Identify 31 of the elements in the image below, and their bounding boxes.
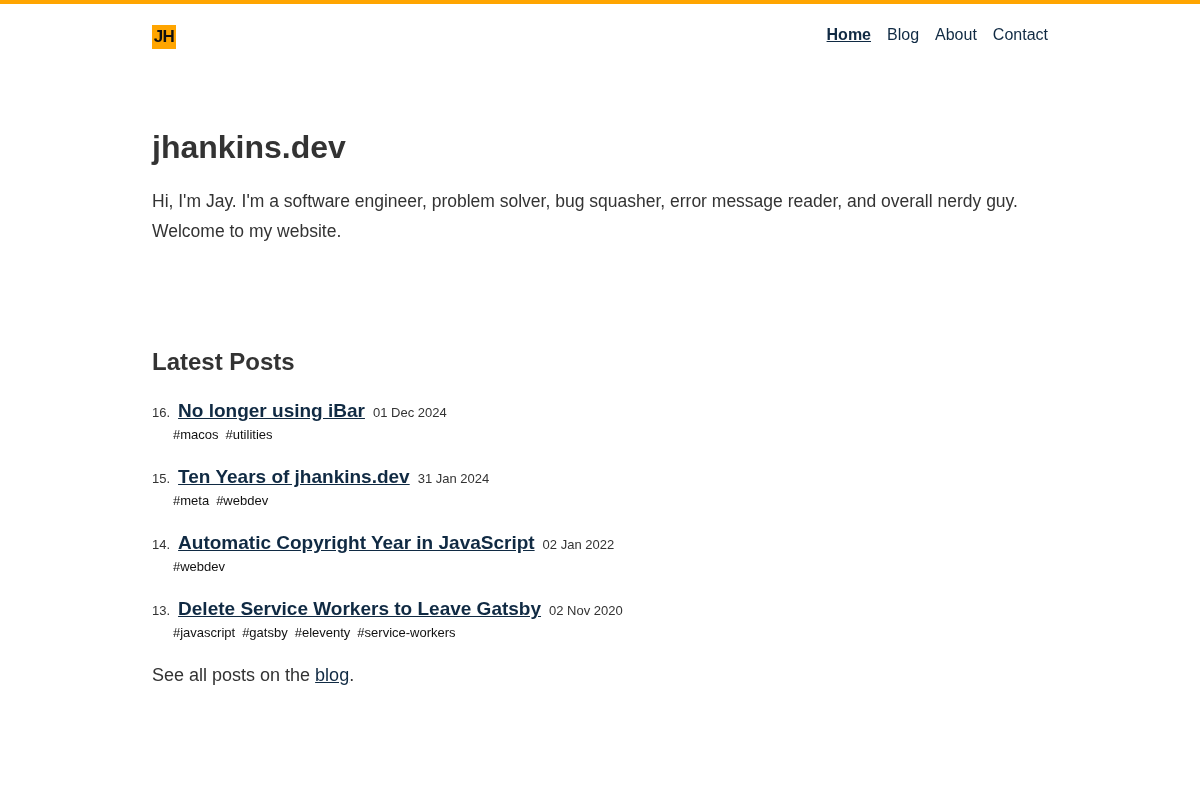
post-date: 02 Jan 2022 bbox=[542, 537, 615, 552]
section-heading: Latest Posts bbox=[152, 347, 296, 377]
logo-link[interactable]: JH bbox=[152, 25, 176, 49]
post-title-link[interactable]: Delete Service Workers to Leave Gatsby bbox=[178, 597, 542, 621]
nav-link[interactable]: Contact bbox=[992, 25, 1048, 45]
post-date: 01 Dec 2024 bbox=[372, 405, 447, 420]
post-tag: #service-workers bbox=[357, 624, 456, 642]
nav-link[interactable]: About bbox=[935, 25, 977, 45]
blog-link[interactable]: blog bbox=[315, 665, 350, 685]
post-number: 15. bbox=[152, 471, 171, 486]
post-tag: #gatsby bbox=[242, 624, 288, 642]
nav-link[interactable]: Blog bbox=[887, 25, 920, 45]
post-tag: #eleventy bbox=[294, 624, 351, 642]
intro-text: Hi, I'm Jay. I'm a software engineer, problem solver, bug squasher, error message reader, and overall nerdy guy. Welcome to my website. bbox=[152, 190, 1019, 243]
post-title-link[interactable]: Automatic Copyright Year in JavaScript bbox=[178, 531, 535, 555]
post-date: 02 Nov 2020 bbox=[549, 603, 623, 618]
site-title: jhankins.dev bbox=[152, 128, 347, 167]
post-tag: #macos bbox=[173, 426, 219, 444]
post-tag: #meta bbox=[173, 492, 210, 510]
see-all-text: See all posts on the blog. bbox=[152, 664, 356, 687]
post-date: 31 Jan 2024 bbox=[417, 471, 490, 486]
post-tag: #javascript bbox=[173, 624, 236, 642]
post-tag: #webdev bbox=[173, 558, 226, 576]
nav-link[interactable]: Home bbox=[826, 25, 871, 45]
post-tag: #utilities bbox=[225, 426, 273, 444]
post-tag: #webdev bbox=[216, 492, 269, 510]
post-title-link[interactable]: No longer using iBar bbox=[178, 399, 365, 423]
post-number: 13. bbox=[152, 603, 171, 618]
post-title-link[interactable]: Ten Years of jhankins.dev bbox=[178, 465, 410, 489]
post-number: 14. bbox=[152, 537, 171, 552]
post-number: 16. bbox=[152, 405, 171, 420]
